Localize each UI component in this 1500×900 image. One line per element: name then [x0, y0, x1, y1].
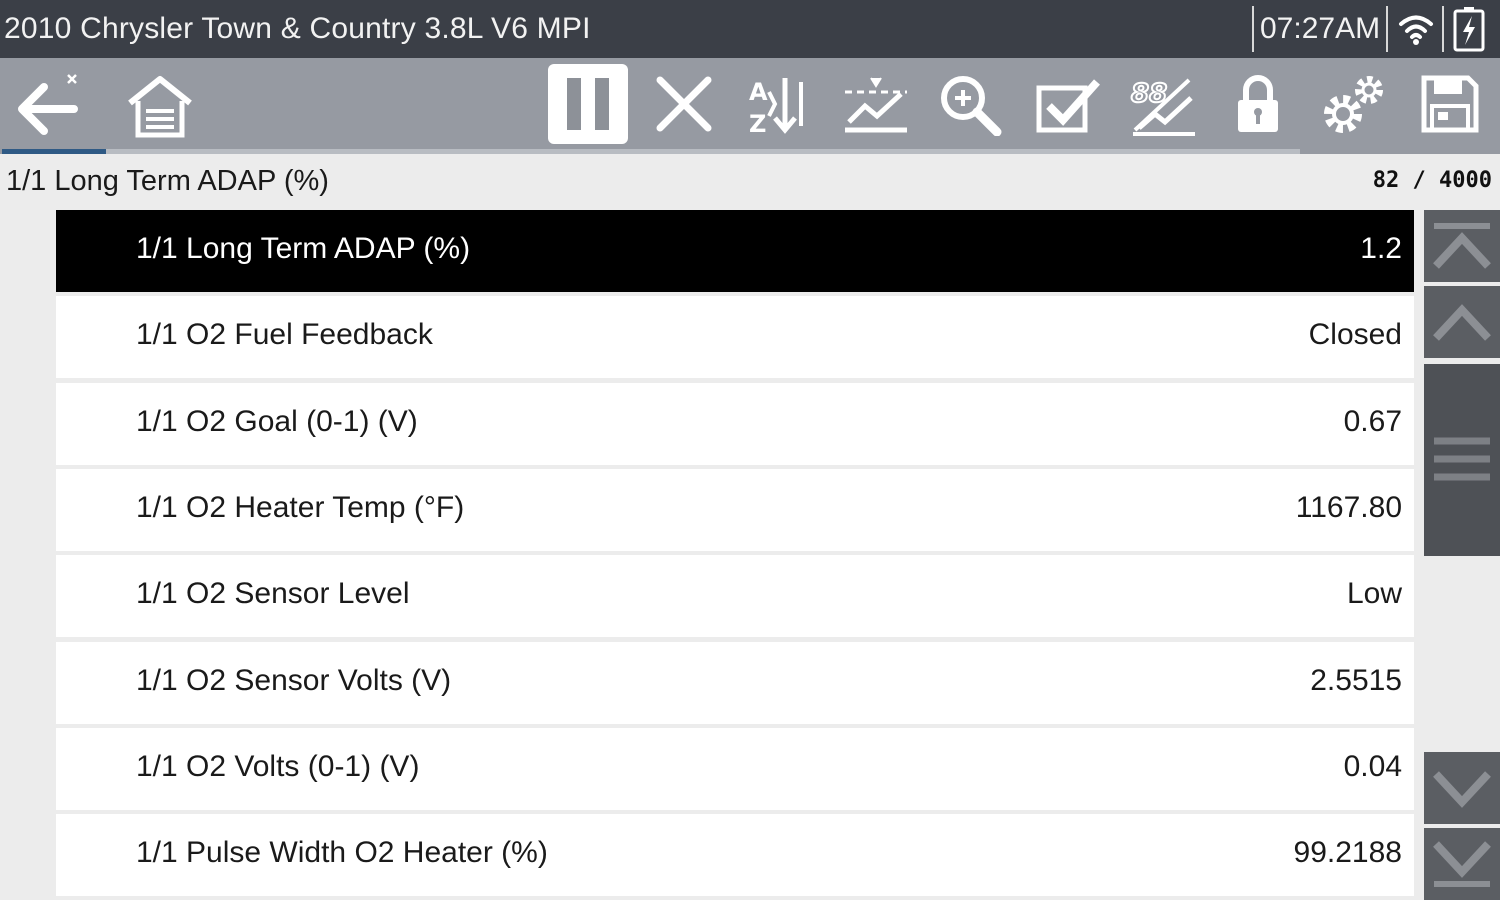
- settings-button[interactable]: [1314, 64, 1394, 144]
- status-bar: 2010 Chrysler Town & Country 3.8L V6 MPI…: [0, 0, 1500, 58]
- status-divider: [1386, 6, 1388, 52]
- scroll-down-button[interactable]: [1424, 752, 1500, 824]
- scroll-to-bottom-icon: [1433, 841, 1491, 887]
- pid-value: 2.5515: [1310, 663, 1402, 697]
- select-button[interactable]: [1028, 64, 1108, 144]
- svg-text:Z: Z: [749, 110, 766, 136]
- pid-row[interactable]: 1/1 O2 Sensor Level Low: [56, 555, 1414, 638]
- lock-icon: [1238, 75, 1278, 132]
- pid-label: 1/1 O2 Volts (0-1) (V): [136, 749, 420, 783]
- vehicle-title: 2010 Chrysler Town & Country 3.8L V6 MPI: [4, 12, 591, 45]
- pause-icon: [567, 78, 609, 130]
- data-list-header: 1/1 Long Term ADAP (%) 82 / 4000: [0, 156, 1500, 208]
- clear-button[interactable]: [644, 64, 724, 144]
- trigger-graph-icon: [845, 77, 907, 133]
- zoom-button[interactable]: [932, 64, 1012, 144]
- home-button[interactable]: [120, 64, 200, 144]
- pid-value: Closed: [1308, 318, 1402, 352]
- scroll-thumb[interactable]: [1424, 364, 1500, 556]
- buffer-progress-fill: [2, 149, 106, 154]
- gear-icon: [1324, 76, 1383, 133]
- pid-label: 1/1 O2 Sensor Level: [136, 577, 410, 611]
- view-button[interactable]: 88: [1124, 64, 1204, 144]
- checkmark-icon: [1036, 79, 1100, 133]
- pid-row[interactable]: 1/1 O2 Volts (0-1) (V) 0.04: [56, 727, 1414, 810]
- pid-label: 1/1 O2 Goal (0-1) (V): [136, 404, 418, 438]
- sort-az-icon: A Z: [749, 78, 803, 136]
- scroll-to-top-icon: [1433, 223, 1491, 269]
- pid-label: 1/1 Pulse Width O2 Heater (%): [136, 836, 548, 870]
- frame-counter: 82 / 4000: [1372, 168, 1492, 193]
- pid-row[interactable]: 1/1 O2 Goal (0-1) (V) 0.67: [56, 382, 1414, 465]
- pid-label: 1/1 O2 Fuel Feedback: [136, 318, 433, 352]
- buffer-progress-track: [2, 149, 1300, 154]
- lock-button[interactable]: [1218, 64, 1298, 144]
- pause-button[interactable]: [548, 64, 628, 144]
- status-divider: [1442, 6, 1444, 52]
- scroll-bottom-button[interactable]: [1424, 828, 1500, 900]
- view-graph-icon: 88: [1130, 78, 1195, 136]
- pid-label: 1/1 O2 Heater Temp (°F): [136, 490, 465, 524]
- sort-button[interactable]: A Z: [740, 64, 820, 144]
- pid-row[interactable]: 1/1 O2 Fuel Feedback Closed: [56, 296, 1414, 379]
- chevron-up-icon: [1433, 304, 1491, 341]
- back-button[interactable]: [10, 64, 90, 144]
- pid-row[interactable]: 1/1 Long Term ADAP (%) 1.2: [56, 210, 1414, 292]
- save-icon: [1421, 75, 1479, 133]
- scroll-top-button[interactable]: [1424, 210, 1500, 282]
- battery-charging-icon: [1453, 7, 1485, 52]
- zoom-icon: [941, 76, 1002, 136]
- trigger-button[interactable]: [836, 64, 916, 144]
- pid-label: 1/1 O2 Sensor Volts (V): [136, 663, 452, 697]
- pid-row[interactable]: 1/1 O2 Sensor Volts (V) 2.5515: [56, 641, 1414, 724]
- close-icon: [656, 76, 712, 132]
- pid-value: 99.2188: [1293, 836, 1402, 870]
- pid-row[interactable]: 1/1 O2 Heater Temp (°F) 1167.80: [56, 468, 1414, 551]
- pid-value: 0.04: [1343, 749, 1402, 783]
- wifi-icon: [1399, 15, 1433, 45]
- list-scrollbar[interactable]: [1424, 210, 1500, 900]
- pid-value: Low: [1346, 577, 1402, 611]
- pid-list: 1/1 Long Term ADAP (%) 1.2 1/1 O2 Fuel Fe…: [56, 210, 1414, 900]
- svg-text:A: A: [749, 78, 768, 106]
- back-arrow-icon: [18, 74, 78, 135]
- pid-value: 1.2: [1360, 232, 1402, 265]
- clock: 07:27AM: [1260, 12, 1381, 45]
- save-button[interactable]: [1410, 64, 1490, 144]
- selected-pid-title: 1/1 Long Term ADAP (%): [6, 165, 329, 197]
- toolbar: A Z 88: [0, 58, 1500, 154]
- pid-label: 1/1 Long Term ADAP (%): [136, 232, 471, 265]
- pid-row[interactable]: 1/1 Pulse Width O2 Heater (%) 99.2188: [56, 814, 1414, 897]
- pid-value: 0.67: [1343, 404, 1402, 438]
- scroll-up-button[interactable]: [1424, 286, 1500, 358]
- status-divider: [1252, 6, 1254, 52]
- home-icon: [128, 76, 192, 138]
- pid-value: 1167.80: [1295, 490, 1402, 524]
- chevron-down-icon: [1433, 771, 1491, 808]
- drag-handle-icon: [1434, 437, 1490, 481]
